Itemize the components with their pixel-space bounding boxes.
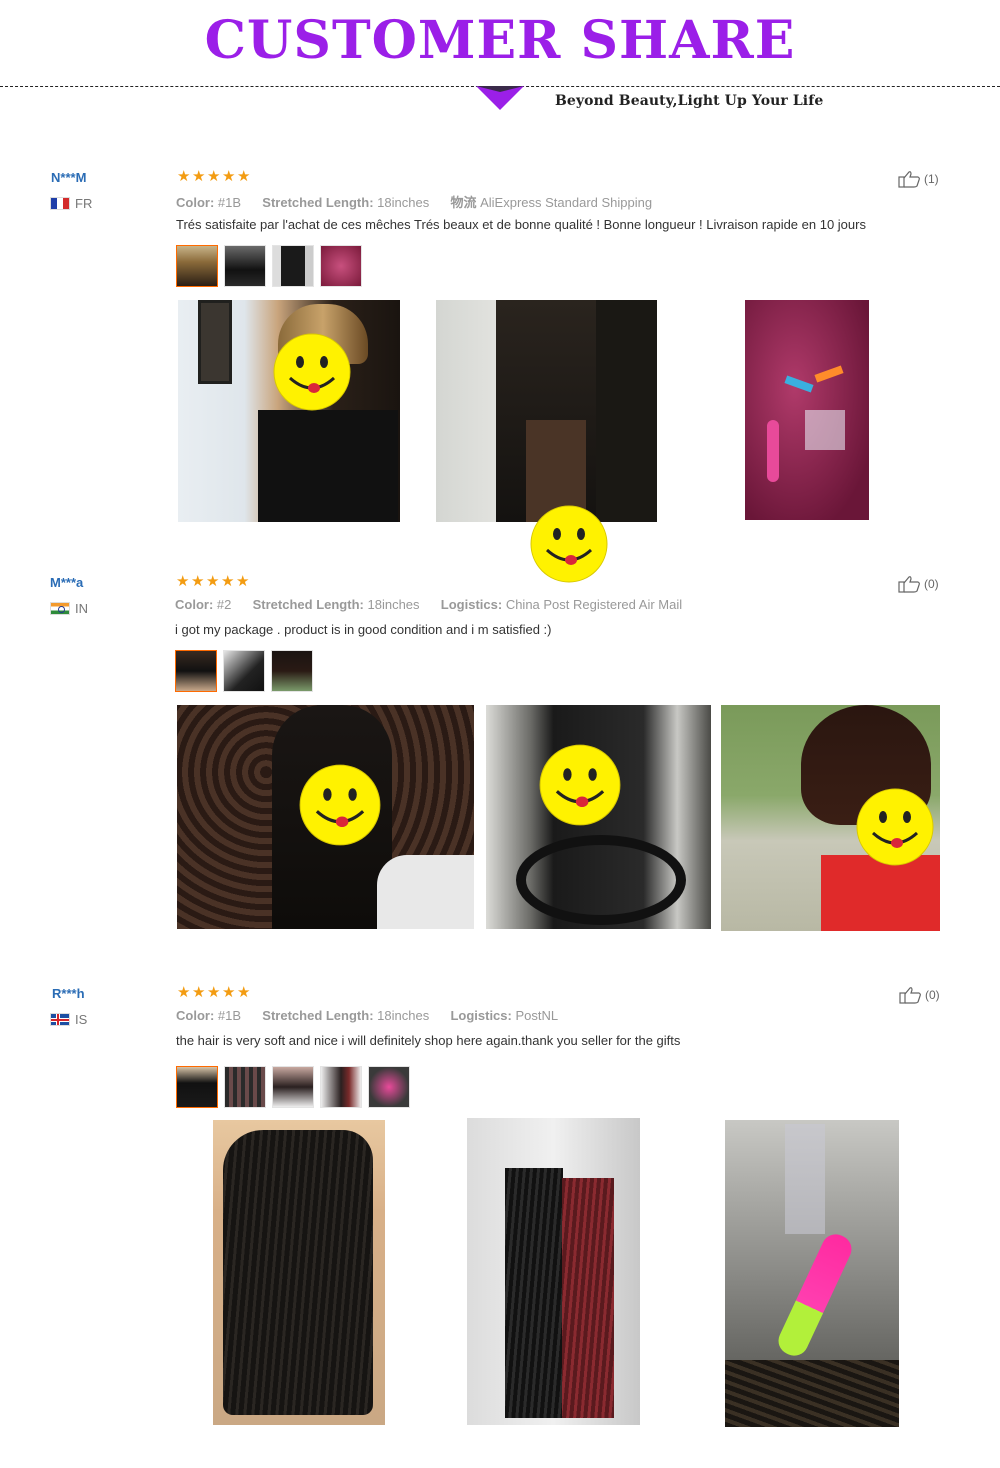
reviewer-country: FR	[50, 196, 92, 211]
thumbs-up-icon	[898, 576, 920, 593]
smiley-face-icon	[539, 744, 621, 826]
logistics-value: PostNL	[515, 1008, 559, 1023]
review-meta: Color: #2 Stretched Length: 18inches Log…	[175, 597, 682, 612]
star-icon: ★	[222, 984, 236, 1001]
star-icon: ★	[207, 168, 221, 185]
length-label: Stretched Length:	[262, 1008, 374, 1023]
logistics-label: 物流	[450, 195, 477, 210]
flag-fr-icon	[50, 197, 70, 210]
like-count: (1)	[924, 172, 939, 186]
star-icon: ★	[191, 573, 205, 590]
review-photo[interactable]	[436, 300, 657, 522]
length-label: Stretched Length:	[252, 597, 364, 612]
length-value: 18inches	[377, 195, 430, 210]
review-thumbnail[interactable]	[320, 245, 362, 287]
review-thumbnail[interactable]	[272, 245, 314, 287]
star-icon: ★	[177, 168, 191, 185]
length-value: 18inches	[367, 597, 420, 612]
thumbnail-strip	[175, 650, 313, 692]
like-count: (0)	[924, 577, 939, 591]
smiley-face-icon	[273, 333, 351, 411]
review-thumbnail[interactable]	[320, 1066, 362, 1108]
star-icon: ★	[207, 984, 221, 1001]
logistics-label: Logistics:	[440, 597, 503, 612]
like-count: (0)	[925, 988, 940, 1002]
review-thumbnail[interactable]	[176, 245, 218, 287]
smiley-face-icon	[856, 788, 934, 866]
star-rating: ★ ★ ★ ★ ★	[176, 573, 250, 590]
reviewer-name[interactable]: R***h	[52, 986, 85, 1001]
star-icon: ★	[177, 984, 191, 1001]
star-rating: ★ ★ ★ ★ ★	[177, 168, 251, 185]
color-value: #1B	[217, 195, 242, 210]
smiley-face-icon	[530, 505, 608, 583]
review-photo[interactable]	[725, 1120, 899, 1427]
star-icon: ★	[192, 984, 206, 1001]
length-value: 18inches	[377, 1008, 430, 1023]
review-text: i got my package . product is in good co…	[175, 622, 552, 637]
country-code: IN	[75, 601, 88, 616]
review-photo[interactable]	[745, 300, 869, 520]
logistics-label: Logistics:	[450, 1008, 512, 1023]
star-icon: ★	[221, 573, 235, 590]
review-thumbnail[interactable]	[224, 245, 266, 287]
thumbs-up-icon	[898, 171, 920, 188]
review-text: the hair is very soft and nice i will de…	[176, 1033, 681, 1048]
review-thumbnail[interactable]	[175, 650, 217, 692]
smiley-face-icon	[299, 764, 381, 846]
review-thumbnail[interactable]	[271, 650, 313, 692]
triangle-down-icon	[472, 80, 528, 112]
country-code: IS	[75, 1012, 88, 1027]
length-label: Stretched Length:	[262, 195, 374, 210]
like-button[interactable]: (0)	[898, 575, 939, 593]
review-text: Trés satisfaite par l'achat de ces mêche…	[176, 217, 866, 232]
review-thumbnail[interactable]	[272, 1066, 314, 1108]
star-icon: ★	[192, 168, 206, 185]
thumbnail-strip	[176, 245, 362, 287]
star-rating: ★ ★ ★ ★ ★	[177, 984, 251, 1001]
like-button[interactable]: (1)	[898, 170, 939, 188]
logistics-value: China Post Registered Air Mail	[505, 597, 683, 612]
page-subtitle: Beyond Beauty,Light Up Your Life	[555, 93, 824, 109]
review-thumbnail[interactable]	[224, 1066, 266, 1108]
review-meta: Color: #1B Stretched Length: 18inches 物流…	[176, 192, 652, 211]
page-title: CUSTOMER SHARE	[204, 10, 796, 71]
logistics-value: AliExpress Standard Shipping	[480, 195, 653, 210]
reviewer-country: IS	[50, 1012, 87, 1027]
star-icon: ★	[222, 168, 236, 185]
color-value: #2	[216, 597, 232, 612]
country-code: FR	[75, 196, 93, 211]
star-icon: ★	[237, 168, 251, 185]
like-button[interactable]: (0)	[899, 986, 940, 1004]
thumbnail-strip	[176, 1066, 410, 1108]
review-thumbnail[interactable]	[223, 650, 265, 692]
star-icon: ★	[236, 573, 250, 590]
review-photo[interactable]	[213, 1120, 385, 1425]
thumbs-up-icon	[899, 987, 921, 1004]
review-thumbnail[interactable]	[176, 1066, 218, 1108]
review-meta: Color: #1B Stretched Length: 18inches Lo…	[176, 1008, 558, 1023]
reviewer-name[interactable]: M***a	[50, 575, 83, 590]
review-thumbnail[interactable]	[368, 1066, 410, 1108]
color-label: Color:	[176, 1008, 215, 1023]
reviewer-name[interactable]: N***M	[51, 170, 86, 185]
star-icon: ★	[237, 984, 251, 1001]
flag-is-icon	[50, 1013, 70, 1026]
color-label: Color:	[175, 597, 214, 612]
reviewer-country: IN	[50, 601, 88, 616]
star-icon: ★	[206, 573, 220, 590]
review-photo[interactable]	[467, 1118, 640, 1425]
color-value: #1B	[217, 1008, 242, 1023]
flag-in-icon	[50, 602, 70, 615]
color-label: Color:	[176, 195, 215, 210]
star-icon: ★	[176, 573, 190, 590]
